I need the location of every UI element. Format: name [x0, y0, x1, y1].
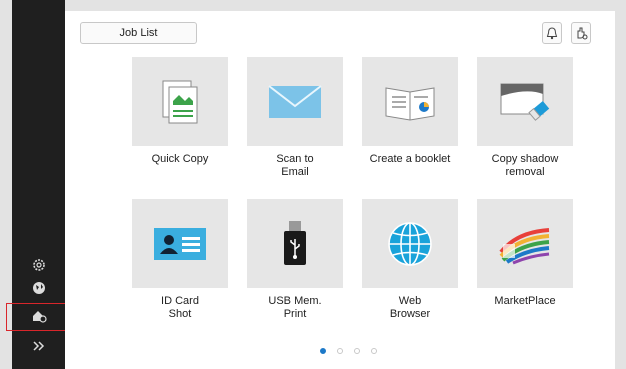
page-dot[interactable] — [320, 348, 326, 354]
selected-item-highlight — [6, 303, 74, 331]
hand-icon[interactable] — [571, 22, 591, 44]
booklet-icon — [362, 57, 458, 146]
app-tile-web-browser[interactable]: Web Browser — [362, 199, 458, 321]
marketplace-icon — [477, 199, 573, 288]
app-tile-quick-copy[interactable]: Quick Copy — [132, 57, 228, 166]
page-dot[interactable] — [337, 348, 343, 354]
page-dot[interactable] — [354, 348, 360, 354]
globe-icon[interactable] — [12, 275, 65, 301]
job-list-button[interactable]: Job List — [80, 22, 197, 44]
id-card-icon — [132, 199, 228, 288]
app-tile-marketplace[interactable]: MarketPlace — [477, 199, 573, 308]
app-tile-usb-mem-print[interactable]: USB Mem. Print — [247, 199, 343, 321]
usb-icon — [247, 199, 343, 288]
double-chevron-right-icon[interactable] — [12, 333, 65, 359]
page-dot[interactable] — [371, 348, 377, 354]
main-panel: Job List Quick Copy Scan to Email Create… — [65, 11, 615, 369]
bell-icon[interactable] — [542, 22, 562, 44]
globe-icon — [362, 199, 458, 288]
quick-copy-icon — [132, 57, 228, 146]
eraser-icon — [477, 57, 573, 146]
app-tile-create-booklet[interactable]: Create a booklet — [362, 57, 458, 166]
app-tile-copy-shadow-removal[interactable]: Copy shadow removal — [477, 57, 573, 179]
app-tile-id-card-shot[interactable]: ID Card Shot — [132, 199, 228, 321]
app-tile-scan-to-email[interactable]: Scan to Email — [247, 57, 343, 179]
email-envelope-icon — [247, 57, 343, 146]
page-indicator — [320, 348, 377, 354]
